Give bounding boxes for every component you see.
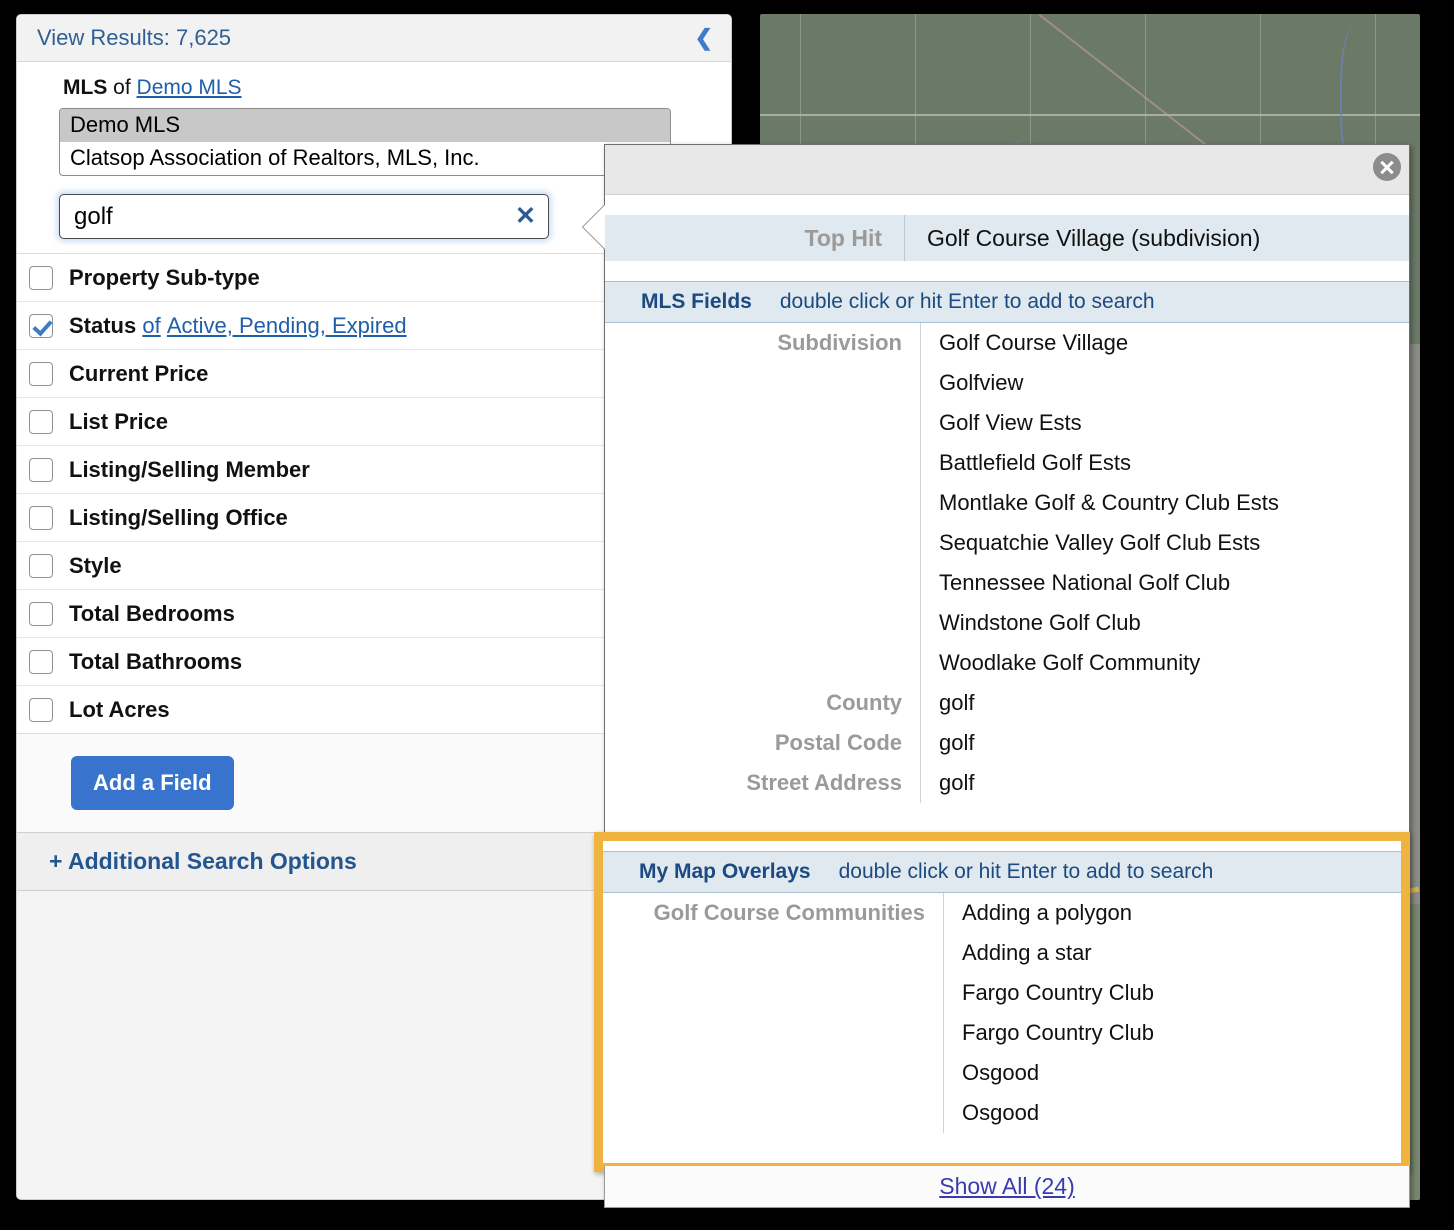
result-item[interactable]: Tennessee National Golf Club <box>939 563 1409 603</box>
result-item[interactable]: golf <box>939 763 1409 803</box>
panel-header: View Results: 7,625 ❮ <box>17 15 731 62</box>
checkbox-style[interactable] <box>29 553 53 578</box>
result-group-subdivision: Subdivision Golf Course Village Golfview… <box>605 323 1409 683</box>
field-label: Total Bedrooms <box>69 600 235 626</box>
field-label: Lot Acres <box>69 696 170 722</box>
group-values: Adding a polygon Adding a star Fargo Cou… <box>943 893 1401 1133</box>
mls-option[interactable]: Demo MLS <box>60 109 670 142</box>
mls-fields-results: Subdivision Golf Course Village Golfview… <box>605 323 1409 803</box>
checkbox-total-bathrooms[interactable] <box>29 649 53 674</box>
view-results-title[interactable]: View Results: 7,625 <box>37 25 691 51</box>
result-group-county: County golf <box>605 683 1409 723</box>
group-key: County <box>826 690 902 715</box>
result-group-postal-code: Postal Code golf <box>605 723 1409 763</box>
field-label: Total Bathrooms <box>69 648 243 674</box>
mls-criteria-row: MLS of Demo MLS <box>17 62 731 100</box>
show-all-bar: Show All (24) <box>604 1166 1410 1208</box>
field-label: Current Price <box>69 360 209 386</box>
result-item[interactable]: Adding a polygon <box>962 893 1401 933</box>
field-of-link[interactable]: of <box>142 313 160 338</box>
result-item[interactable]: Fargo Country Club <box>962 973 1401 1013</box>
map-overlays-results: Golf Course Communities Adding a polygon… <box>603 893 1401 1133</box>
checkbox-total-bedrooms[interactable] <box>29 601 53 626</box>
result-item[interactable]: Osgood <box>962 1093 1401 1133</box>
result-item[interactable]: Battlefield Golf Ests <box>939 443 1409 483</box>
checkbox-list-price[interactable] <box>29 409 53 434</box>
field-label: Property Sub-type <box>69 264 260 290</box>
top-hit-row[interactable]: Top Hit Golf Course Village (subdivision… <box>605 215 1409 261</box>
section-title: My Map Overlays <box>639 860 811 883</box>
field-label: Listing/Selling Office <box>69 504 288 530</box>
checkbox-listing-selling-office[interactable] <box>29 505 53 530</box>
checkbox-lot-acres[interactable] <box>29 697 53 722</box>
close-circle-icon[interactable] <box>1373 153 1401 181</box>
group-key: Golf Course Communities <box>653 900 925 925</box>
group-values: golf <box>920 723 1409 763</box>
top-hit-value[interactable]: Golf Course Village (subdivision) <box>905 225 1260 252</box>
mls-of-text: of <box>113 76 131 99</box>
map-road <box>760 114 1420 116</box>
search-input[interactable] <box>72 201 510 232</box>
result-item[interactable]: Golf Course Village <box>939 323 1409 363</box>
top-hit-label: Top Hit <box>605 215 905 261</box>
field-label: Listing/Selling Member <box>69 456 310 482</box>
add-a-field-button[interactable]: Add a Field <box>71 756 234 810</box>
field-search-wrap: ✕ <box>59 194 549 239</box>
mls-listbox[interactable]: Demo MLS Clatsop Association of Realtors… <box>59 108 671 176</box>
group-key: Street Address <box>746 770 902 795</box>
result-item[interactable]: Windstone Golf Club <box>939 603 1409 643</box>
checkbox-current-price[interactable] <box>29 361 53 386</box>
result-group-street-address: Street Address golf <box>605 763 1409 803</box>
field-search-box[interactable]: ✕ <box>59 194 549 239</box>
chevron-left-icon[interactable]: ❮ <box>691 27 717 49</box>
checkbox-listing-selling-member[interactable] <box>29 457 53 482</box>
mls-label: MLS <box>63 76 108 99</box>
popup-titlebar <box>605 145 1409 195</box>
result-item[interactable]: golf <box>939 683 1409 723</box>
my-map-overlays-section: My Map Overlays double click or hit Ente… <box>603 841 1401 1163</box>
result-item[interactable]: Montlake Golf & Country Club Ests <box>939 483 1409 523</box>
result-item[interactable]: Sequatchie Valley Golf Club Ests <box>939 523 1409 563</box>
mls-option[interactable]: Clatsop Association of Realtors, MLS, In… <box>60 142 670 175</box>
map-overlays-section-header: My Map Overlays double click or hit Ente… <box>603 851 1401 893</box>
result-item[interactable]: Adding a star <box>962 933 1401 973</box>
group-values: golf <box>920 763 1409 803</box>
result-item[interactable]: Golf View Ests <box>939 403 1409 443</box>
result-group-golf-course-communities: Golf Course Communities Adding a polygon… <box>603 893 1401 1133</box>
group-values: Golf Course Village Golfview Golf View E… <box>920 323 1409 683</box>
mls-fields-section-header: MLS Fields double click or hit Enter to … <box>605 281 1409 323</box>
result-item[interactable]: Golfview <box>939 363 1409 403</box>
field-label-text: Status <box>69 312 137 338</box>
checkbox-status[interactable] <box>29 313 53 338</box>
field-label: Status of Active, Pending, Expired <box>69 313 407 339</box>
result-item[interactable]: Osgood <box>962 1053 1401 1093</box>
field-value-link[interactable]: Active, Pending, Expired <box>167 313 407 338</box>
section-hint: double click or hit Enter to add to sear… <box>838 860 1214 883</box>
checkbox-property-sub-type[interactable] <box>29 265 53 290</box>
group-key: Postal Code <box>774 730 902 755</box>
my-map-overlays-highlight: My Map Overlays double click or hit Ente… <box>594 832 1410 1172</box>
section-hint: double click or hit Enter to add to sear… <box>779 290 1155 313</box>
field-label: Style <box>69 552 122 578</box>
group-key: Subdivision <box>777 330 902 355</box>
result-item[interactable]: golf <box>939 723 1409 763</box>
field-label: List Price <box>69 408 169 434</box>
callout-pointer <box>583 205 605 249</box>
result-item[interactable]: Fargo Country Club <box>962 1013 1401 1053</box>
clear-x-icon[interactable]: ✕ <box>509 204 536 229</box>
group-values: golf <box>920 683 1409 723</box>
section-title: MLS Fields <box>641 290 752 313</box>
result-item[interactable]: Woodlake Golf Community <box>939 643 1409 683</box>
mls-value-link[interactable]: Demo MLS <box>137 76 242 99</box>
screenshot-root: H st Google View Results: 7,625 ❮ MLS of… <box>0 0 1454 1230</box>
show-all-link[interactable]: Show All (24) <box>939 1173 1075 1200</box>
